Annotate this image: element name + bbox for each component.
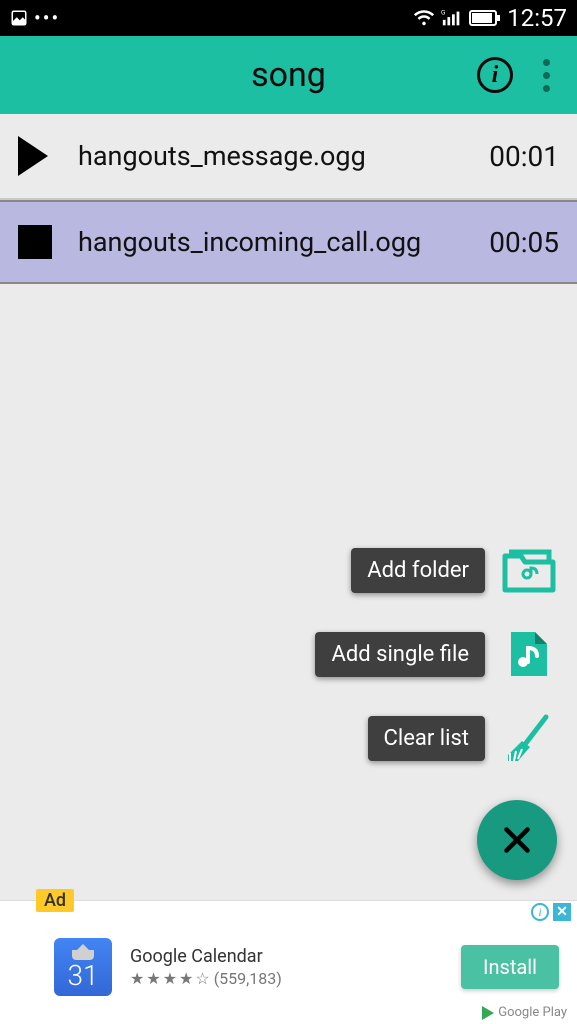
track-duration: 00:01 — [469, 140, 559, 173]
page-title: song — [251, 55, 326, 95]
status-left: ••• — [10, 6, 60, 30]
play-icon[interactable] — [18, 136, 68, 176]
ad-title: Google Calendar — [130, 946, 461, 967]
ad-close-button[interactable]: ✕ — [553, 903, 571, 921]
ad-info-icon[interactable]: i — [531, 903, 549, 921]
status-ellipsis: ••• — [34, 6, 60, 30]
app-bar: song i — [0, 36, 577, 114]
svg-text:G: G — [441, 8, 445, 16]
calendar-icon: 31 — [54, 938, 112, 996]
clear-list-button[interactable] — [501, 710, 557, 766]
track-list: hangouts_message.ogg 00:01 hangouts_inco… — [0, 114, 577, 284]
google-play-logo: Google Play — [482, 1005, 567, 1020]
clear-list-label: Clear list — [368, 716, 485, 761]
fab-close-button[interactable] — [477, 800, 557, 880]
fab-menu: Add folder Add single file Clear list — [315, 542, 557, 880]
image-icon — [10, 9, 28, 27]
wifi-icon — [413, 7, 435, 29]
ad-rating: ★★★★☆ (559,183) — [130, 969, 461, 988]
track-row[interactable]: hangouts_incoming_call.ogg 00:05 — [0, 200, 577, 284]
signal-icon: G — [441, 7, 463, 29]
overflow-menu-button[interactable] — [535, 59, 557, 92]
ad-banner: Ad i ✕ 31 Google Calendar ★★★★☆ (559,183… — [0, 900, 577, 1024]
info-button[interactable]: i — [477, 57, 513, 93]
add-file-label: Add single file — [315, 632, 485, 677]
status-right: G 12:57 — [413, 4, 567, 32]
ad-badge: Ad — [36, 889, 74, 912]
install-button[interactable]: Install — [461, 945, 559, 989]
track-row[interactable]: hangouts_message.ogg 00:01 — [0, 114, 577, 200]
battery-icon — [469, 10, 501, 26]
track-name: hangouts_incoming_call.ogg — [68, 226, 469, 258]
add-folder-button[interactable] — [501, 542, 557, 598]
stop-icon[interactable] — [18, 225, 68, 259]
add-folder-label: Add folder — [351, 548, 485, 593]
add-file-button[interactable] — [501, 626, 557, 682]
status-bar: ••• G 12:57 — [0, 0, 577, 36]
track-duration: 00:05 — [469, 226, 559, 259]
track-name: hangouts_message.ogg — [68, 140, 469, 172]
status-time: 12:57 — [507, 4, 567, 32]
